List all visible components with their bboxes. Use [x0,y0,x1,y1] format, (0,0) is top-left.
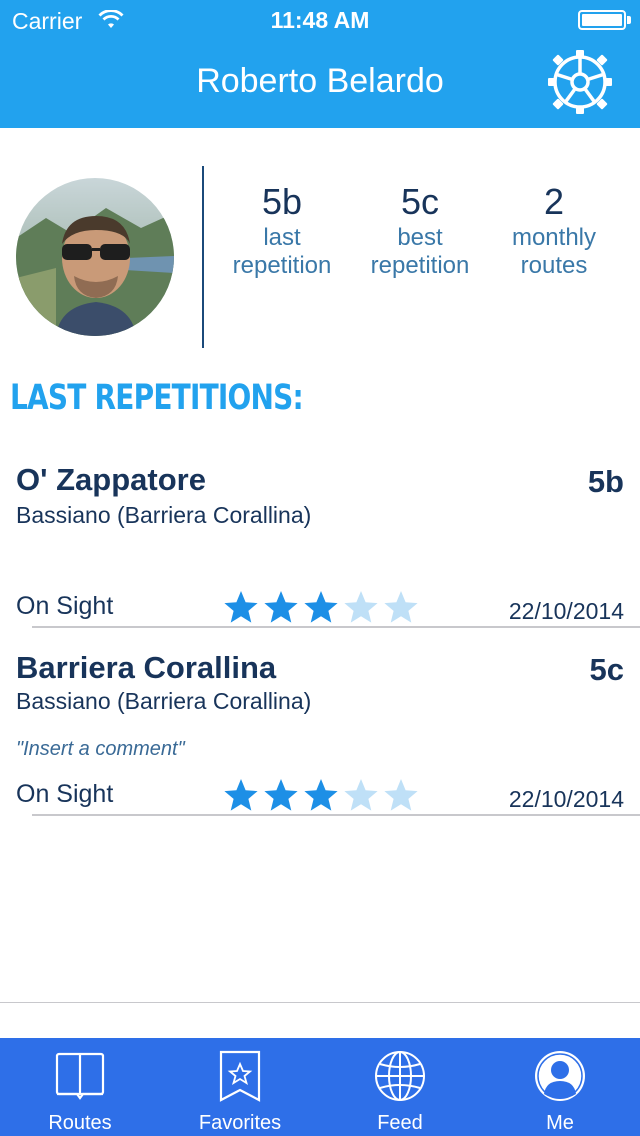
star-filled-icon[interactable] [263,590,299,624]
stat-value: 5c [400,181,440,222]
content-bottom-divider [0,1002,640,1003]
page-title: Roberto Belardo [196,62,444,100]
clock: 11:48 AM [270,7,370,33]
ascent-date: 22/10/2014 [508,598,624,624]
bookmark-star-icon [214,1050,266,1102]
star-filled-icon[interactable] [223,590,259,624]
tab-label: Favorites [198,1112,282,1134]
route-comment[interactable]: "Insert a comment" [16,738,185,761]
status-bar: Carrier 11:48 AM [0,0,640,40]
stat-value: 2 [543,181,565,222]
globe-icon [374,1050,426,1102]
star-filled-icon[interactable] [223,778,259,812]
star-empty-icon[interactable] [343,778,379,812]
stat-label: monthly [511,224,597,251]
tab-routes[interactable]: Routes [0,1038,160,1136]
ascent-style: On Sight [16,780,114,808]
star-filled-icon[interactable] [263,778,299,812]
tab-label: Feed [377,1112,423,1134]
stat-value: 5b [261,181,303,222]
settings-gear-icon[interactable] [546,48,614,116]
repetition-row[interactable]: O' Zappatore 5b Bassiano (Barriera Coral… [0,458,640,628]
section-title: LAST REPETITIONS: [10,378,304,418]
stat-label: last [263,224,301,251]
stat-label: routes [520,252,588,279]
star-empty-icon[interactable] [383,590,419,624]
battery-tip [627,16,631,24]
route-place: Bassiano (Barriera Corallina) [16,502,312,528]
rating-stars[interactable] [223,778,419,812]
stat-label: repetition [370,252,470,279]
star-empty-icon[interactable] [383,778,419,812]
tab-feed[interactable]: Feed [320,1038,480,1136]
book-icon [54,1050,106,1102]
tab-label: Me [546,1112,574,1134]
row-divider [32,814,640,816]
person-icon [534,1050,586,1102]
tab-me[interactable]: Me [480,1038,640,1136]
avatar[interactable] [16,178,174,336]
star-filled-icon[interactable] [303,778,339,812]
rating-stars[interactable] [223,590,419,624]
stat-last-repetition: 5b last repetition [212,180,352,280]
route-name: Barriera Corallina [16,650,277,685]
route-name: O' Zappatore [16,462,206,497]
stat-best-repetition: 5c best repetition [350,180,490,280]
route-grade: 5b [587,464,624,499]
battery-icon [578,10,626,30]
star-empty-icon[interactable] [343,590,379,624]
star-filled-icon[interactable] [303,590,339,624]
route-grade: 5c [589,652,624,687]
stat-monthly-routes: 2 monthly routes [484,180,624,280]
tab-label: Routes [48,1112,112,1134]
ascent-style: On Sight [16,592,114,620]
profile-divider [202,166,204,348]
tab-bar: Routes Favorites Feed Me [0,1038,640,1136]
header: Carrier 11:48 AM Roberto Belardo [0,0,640,128]
repetition-row[interactable]: Barriera Corallina 5c Bassiano (Barriera… [0,646,640,816]
tab-favorites[interactable]: Favorites [160,1038,320,1136]
stat-label: best [397,224,443,251]
ascent-date: 22/10/2014 [508,786,624,812]
route-place: Bassiano (Barriera Corallina) [16,688,312,714]
stat-label: repetition [232,252,332,279]
row-divider [32,626,640,628]
